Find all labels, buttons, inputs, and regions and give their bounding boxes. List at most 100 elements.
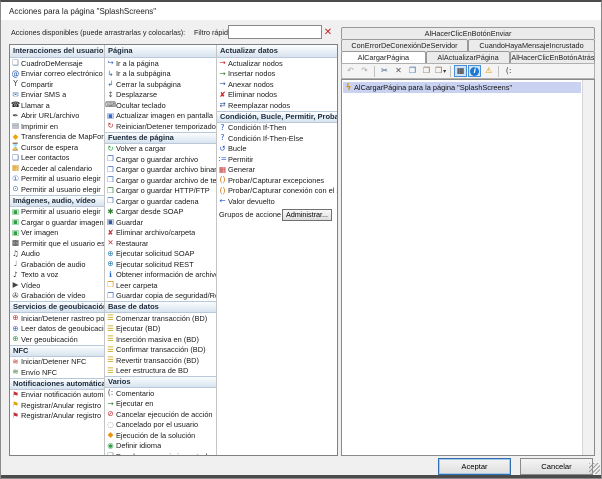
action-item[interactable]: ⊘Cancelar ejecución de acción	[105, 409, 216, 420]
action-item[interactable]: ☰Leer estructura de BD	[105, 366, 216, 377]
action-item[interactable]: ≋Envío NFC	[10, 367, 104, 378]
resize-grip[interactable]	[589, 463, 600, 474]
action-item[interactable]: (:Comentario	[105, 388, 216, 399]
action-item[interactable]: ✒Abrir URL/archivo	[10, 111, 104, 122]
action-item[interactable]: ↳Ir a la subpágina	[105, 69, 216, 80]
paste-special-icon[interactable]: ❒▾	[434, 65, 447, 77]
action-item[interactable]: ⊕Ver geoubicación	[10, 334, 104, 345]
action-item[interactable]: ↪Ir a la página	[105, 58, 216, 69]
action-item[interactable]: ♩Grabación de audio	[10, 259, 104, 270]
action-item[interactable]: ▣Guardar	[105, 217, 216, 228]
action-item[interactable]: ▣Permitir al usuario elegir	[10, 207, 104, 218]
action-item[interactable]: →Actualizar nodos	[217, 58, 337, 69]
action-item[interactable]: ❒Cargar o guardar HTTP/FTP	[105, 186, 216, 197]
action-item[interactable]: ◌Cancelado por el usuario	[105, 420, 216, 431]
action-item[interactable]: ◆Ejecución de la solución	[105, 430, 216, 441]
action-item[interactable]: :=Permitir	[217, 154, 337, 165]
action-item[interactable]: ✘Eliminar archivo/carpeta	[105, 228, 216, 239]
action-item[interactable]: @Enviar correo electrónico	[10, 69, 104, 80]
comments-icon[interactable]: (:	[502, 65, 515, 77]
action-item[interactable]: →Insertar nodos	[217, 69, 337, 80]
accept-button[interactable]: Aceptar	[438, 458, 511, 475]
undo-icon[interactable]: ↶	[344, 65, 357, 77]
delete-icon[interactable]: ✕	[392, 65, 405, 77]
action-item[interactable]: ▣Cargar o guardar imagen	[10, 217, 104, 228]
action-item[interactable]: ?Condición If-Then	[217, 123, 337, 134]
action-item[interactable]: ↺Bucle	[217, 144, 337, 155]
action-item[interactable]: ⇄Reemplazar nodos	[217, 100, 337, 111]
action-item[interactable]: ❐Guardar copia de seguridad/Restaurar	[105, 291, 216, 302]
tab-alhacerclicenbotonenviar[interactable]: AlHacerClicEnBotónEnviar	[341, 27, 595, 39]
action-item[interactable]: ◉Definir idioma	[105, 441, 216, 452]
action-item[interactable]: ⌛Cursor de espera	[10, 142, 104, 153]
action-item[interactable]: ❒Cargar o guardar archivo binario	[105, 165, 216, 176]
action-item[interactable]: ↲Cerrar la subpágina	[105, 79, 216, 90]
action-item[interactable]: ❒Cargar o guardar cadena	[105, 196, 216, 207]
paste-icon[interactable]: ❒	[420, 65, 433, 77]
action-item[interactable]: →Ejecutar en	[105, 399, 216, 410]
action-item[interactable]: ⚑Registrar/Anular registro	[10, 411, 104, 422]
cancel-button[interactable]: Cancelar	[520, 458, 593, 475]
action-item[interactable]: ✱Cargar desde SOAP	[105, 207, 216, 218]
action-item[interactable]: ❒Cargar o guardar archivo de texto	[105, 175, 216, 186]
action-item[interactable]: ❑Devolver mensaje incrustado	[105, 451, 216, 455]
action-item[interactable]: ⊕Ejecutar solicitud SOAP	[105, 249, 216, 260]
action-item[interactable]: ▣Ver imagen	[10, 228, 104, 239]
action-item[interactable]: ☰Revertir transacción (BD)	[105, 355, 216, 366]
action-item[interactable]: ☰Confirmar transacción (BD)	[105, 345, 216, 356]
action-item[interactable]: ⚑Registrar/Anular registro	[10, 400, 104, 411]
action-item[interactable]: ▶Vídeo	[10, 280, 104, 291]
cut-icon[interactable]: ✂	[378, 65, 391, 77]
tab-alactualizarpagina[interactable]: AlActualizarPágina	[426, 51, 511, 63]
action-item[interactable]: ℹObtener información de archivo	[105, 270, 216, 281]
action-item[interactable]: ♫Audio	[10, 249, 104, 260]
action-item[interactable]: ?Condición If-Then-Else	[217, 133, 337, 144]
tab-alhacerclicenbotonatras[interactable]: AlHacerClicEnBotónAtrás	[510, 51, 595, 63]
redo-icon[interactable]: ↷	[358, 65, 371, 77]
warnings-icon[interactable]: ⚠	[482, 65, 495, 77]
action-item[interactable]: ⌨Ocultar teclado	[105, 100, 216, 111]
action-item[interactable]: ♪Texto a voz	[10, 270, 104, 281]
action-item[interactable]: ▤Imprimir en	[10, 121, 104, 132]
action-item[interactable]: ❏Leer contactos	[10, 153, 104, 164]
action-item[interactable]: ✕Restaurar	[105, 238, 216, 249]
tab-conerrordeconexiondeservidor[interactable]: ConErrorDeConexiónDeServidor	[341, 39, 468, 51]
action-item[interactable]: ✘Eliminar nodos	[217, 90, 337, 101]
selected-action-event[interactable]: ϟ AlCargarPágina para la página "SplashS…	[343, 82, 581, 93]
copy-icon[interactable]: ❐	[406, 65, 419, 77]
action-item[interactable]: ✇Grabación de vídeo	[10, 291, 104, 302]
action-item[interactable]: ▦Acceder al calendario	[10, 163, 104, 174]
action-item[interactable]: →Anexar nodos	[217, 79, 337, 90]
action-item[interactable]: ☰Comenzar transacción (BD)	[105, 313, 216, 324]
action-item[interactable]: ↻Reiniciar/Detener temporizador	[105, 121, 216, 132]
action-item[interactable]: ❐Leer carpeta	[105, 280, 216, 291]
action-item[interactable]: YCompartir	[10, 79, 104, 90]
action-item[interactable]: ↻Volver a cargar	[105, 144, 216, 155]
action-item[interactable]: ⊕Leer datos de geoubicación	[10, 324, 104, 335]
barcode-toggle-icon[interactable]: ▦	[454, 65, 467, 77]
action-item[interactable]: ☎Llamar a	[10, 100, 104, 111]
action-item[interactable]: ①Permitir al usuario elegir	[10, 174, 104, 185]
tab-alcargarpagina[interactable]: AlCargarPágina	[341, 51, 426, 63]
action-item[interactable]: ▩Permitir que el usuario escanee	[10, 238, 104, 249]
vertical-scrollbar[interactable]	[582, 80, 594, 455]
manage-groups-button[interactable]: Administrar...	[282, 209, 332, 221]
action-item[interactable]: ⚑Enviar notificación automática	[10, 390, 104, 401]
action-item[interactable]: ☰Inserción masiva en (BD)	[105, 334, 216, 345]
action-item[interactable]: ⊙Permitir al usuario elegir	[10, 184, 104, 195]
action-item[interactable]: ()Probar/Capturar conexión con el servid…	[217, 186, 337, 197]
action-item[interactable]: ❑CuadroDeMensaje	[10, 58, 104, 69]
action-item[interactable]: ▦Generar	[217, 165, 337, 176]
action-item[interactable]: ()Probar/Capturar excepciones	[217, 175, 337, 186]
tab-cuandohayamensajeincrustado[interactable]: CuandoHayaMensajeIncrustado	[468, 39, 595, 51]
action-item[interactable]: ↕Desplazarse	[105, 90, 216, 101]
action-item[interactable]: ☰Ejecutar (BD)	[105, 324, 216, 335]
clear-filter-icon[interactable]: ✕	[322, 26, 334, 38]
quick-filter-input[interactable]	[228, 25, 322, 39]
action-item[interactable]: ⊕Ejecutar solicitud REST	[105, 259, 216, 270]
action-item[interactable]: ←Valor devuelto	[217, 196, 337, 207]
action-item[interactable]: ≋Iniciar/Detener NFC	[10, 357, 104, 368]
action-item[interactable]: ◆Transferencia de MapForce	[10, 132, 104, 143]
info-toggle-icon[interactable]: i	[468, 65, 481, 77]
action-item[interactable]: ⊕Iniciar/Detener rastreo por geoubicació…	[10, 313, 104, 324]
